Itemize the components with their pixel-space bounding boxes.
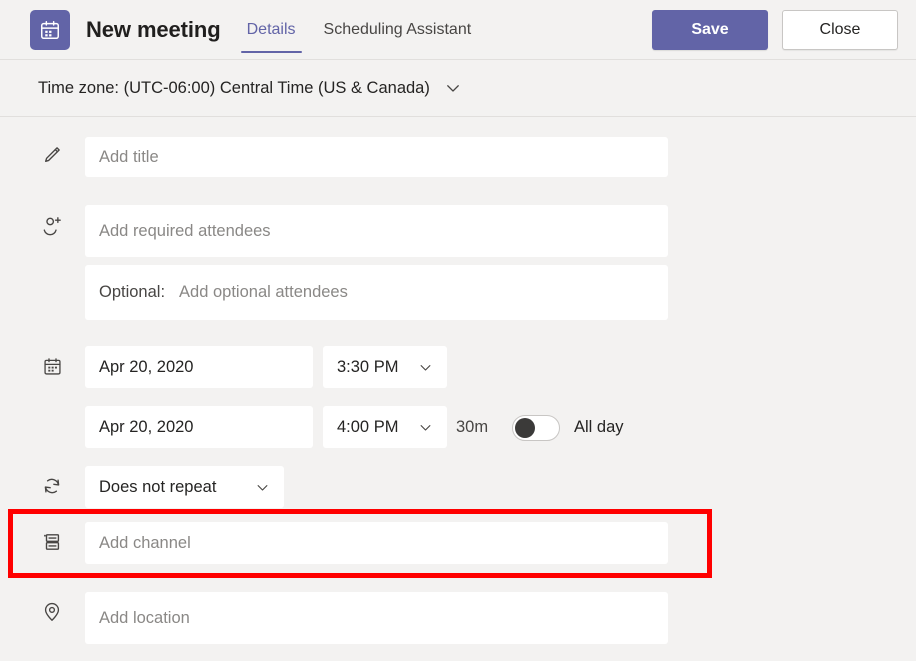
start-date-input[interactable]: Apr 20, 2020 <box>85 346 313 388</box>
meeting-form: Add title Add required attendees Optiona… <box>0 117 916 661</box>
calendar-icon <box>38 352 66 380</box>
window-header: New meeting Details Scheduling Assistant… <box>0 0 916 60</box>
tab-scheduling-assistant[interactable]: Scheduling Assistant <box>316 0 480 60</box>
optional-attendees-label: Optional: <box>99 283 166 301</box>
location-pin-icon <box>38 598 66 626</box>
timezone-text: Time zone: (UTC-06:00) Central Time (US … <box>38 78 430 97</box>
title-placeholder: Add title <box>99 147 159 166</box>
optional-attendees-input[interactable]: Optional: Add optional attendees <box>85 265 668 320</box>
duration-label: 30m <box>456 418 489 436</box>
required-attendees-placeholder: Add required attendees <box>99 221 271 240</box>
chevron-down-icon <box>418 360 433 375</box>
repeat-value: Does not repeat <box>99 477 217 496</box>
timezone-bar[interactable]: Time zone: (UTC-06:00) Central Time (US … <box>0 60 916 117</box>
repeat-select[interactable]: Does not repeat <box>85 466 284 508</box>
repeat-icon <box>38 472 66 500</box>
channel-icon <box>38 528 66 556</box>
start-time-value: 3:30 PM <box>337 357 399 376</box>
channel-input[interactable]: Add channel <box>85 522 668 564</box>
all-day-toggle[interactable] <box>512 415 560 441</box>
end-date-input[interactable]: Apr 20, 2020 <box>85 406 313 448</box>
title-input[interactable]: Add title <box>85 137 668 177</box>
end-date-value: Apr 20, 2020 <box>99 417 194 436</box>
optional-attendees-placeholder: Add optional attendees <box>179 283 348 301</box>
location-input[interactable]: Add location <box>85 592 668 644</box>
pencil-icon <box>38 141 66 169</box>
page-title: New meeting <box>86 16 221 42</box>
channel-placeholder: Add channel <box>99 533 191 552</box>
chevron-down-icon[interactable] <box>444 79 462 97</box>
toggle-knob <box>515 418 535 438</box>
person-add-icon <box>38 211 66 239</box>
tab-details[interactable]: Details <box>239 0 304 60</box>
end-time-select[interactable]: 4:00 PM <box>323 406 447 448</box>
required-attendees-input[interactable]: Add required attendees <box>85 205 668 257</box>
start-time-select[interactable]: 3:30 PM <box>323 346 447 388</box>
close-button[interactable]: Close <box>782 9 898 50</box>
calendar-app-icon <box>30 9 70 50</box>
end-time-value: 4:00 PM <box>337 417 399 436</box>
new-meeting-window: New meeting Details Scheduling Assistant… <box>0 0 916 661</box>
location-placeholder: Add location <box>99 608 190 627</box>
tab-bar: Details Scheduling Assistant <box>239 0 480 60</box>
chevron-down-icon <box>255 480 270 495</box>
chevron-down-icon <box>418 420 433 435</box>
start-date-value: Apr 20, 2020 <box>99 357 194 376</box>
save-button[interactable]: Save <box>652 9 768 50</box>
all-day-label: All day <box>574 418 624 436</box>
